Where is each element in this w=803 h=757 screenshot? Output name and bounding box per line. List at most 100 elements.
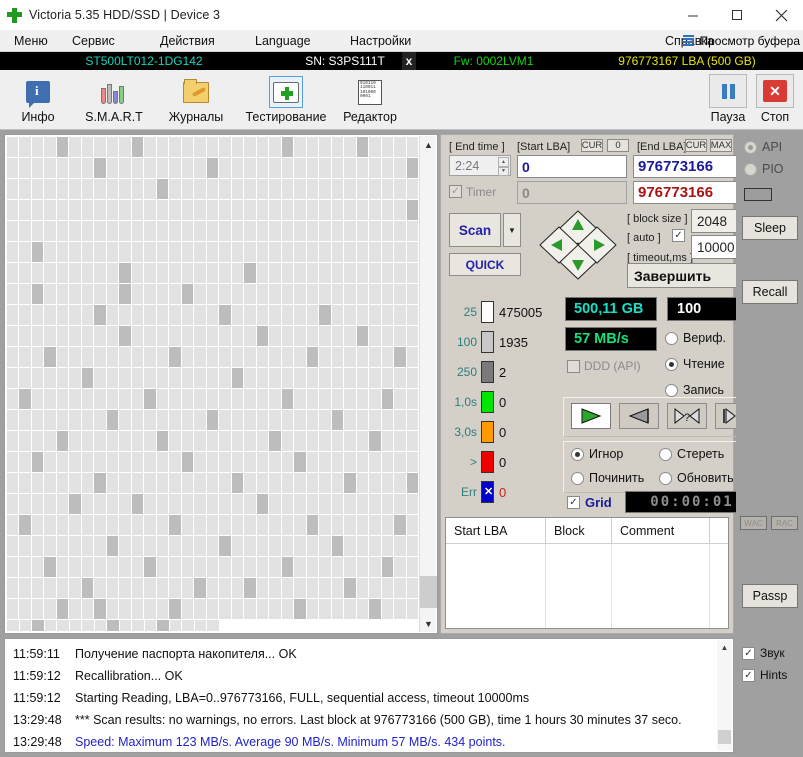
action-repair-radio-dot[interactable]: [571, 471, 584, 485]
surface-map-cell[interactable]: [356, 263, 370, 284]
surface-map-cell[interactable]: [181, 473, 195, 494]
surface-map-cell[interactable]: [194, 473, 207, 494]
sleep-button[interactable]: Sleep: [742, 216, 798, 240]
surface-map-cell[interactable]: [194, 305, 207, 326]
surface-map-cell[interactable]: [356, 410, 370, 431]
surface-map-cell[interactable]: [406, 242, 419, 263]
surface-map-cell[interactable]: [169, 347, 182, 368]
surface-map-cell[interactable]: [244, 536, 257, 557]
surface-map-cell[interactable]: [294, 557, 307, 578]
surface-map-cell[interactable]: [306, 137, 320, 158]
surface-map-cell[interactable]: [294, 536, 307, 557]
surface-map-cell[interactable]: [19, 452, 32, 473]
surface-map-cell[interactable]: [94, 221, 107, 242]
surface-map-cell[interactable]: [269, 242, 282, 263]
surface-map-cell[interactable]: [206, 347, 220, 368]
surface-map-cell[interactable]: [381, 473, 395, 494]
surface-map-cell[interactable]: [56, 242, 70, 263]
surface-map-cell[interactable]: [69, 557, 82, 578]
surface-map-cell[interactable]: [369, 263, 382, 284]
surface-map-cell[interactable]: [119, 473, 132, 494]
surface-map-cell[interactable]: [182, 620, 195, 631]
surface-map-cell[interactable]: [219, 452, 232, 473]
surface-map-grid[interactable]: [7, 137, 419, 631]
surface-map-cell[interactable]: [219, 368, 232, 389]
surface-map-cell[interactable]: [394, 431, 407, 452]
surface-map-cell[interactable]: [381, 431, 395, 452]
surface-map-cell[interactable]: [44, 347, 57, 368]
surface-map-cell[interactable]: [69, 347, 82, 368]
surface-map-cell[interactable]: [206, 179, 220, 200]
quick-button[interactable]: QUICK: [449, 253, 521, 276]
surface-map-cell[interactable]: [169, 431, 182, 452]
surface-map-cell[interactable]: [394, 179, 407, 200]
surface-map-cell[interactable]: [69, 473, 82, 494]
surface-map-cell[interactable]: [44, 578, 57, 599]
device-close-x-button[interactable]: x: [402, 52, 416, 70]
surface-map-cell[interactable]: [56, 578, 70, 599]
surface-map-cell[interactable]: [194, 242, 207, 263]
surface-map-cell[interactable]: [306, 263, 320, 284]
surface-map-cell[interactable]: [294, 389, 307, 410]
surface-map-cell[interactable]: [319, 536, 332, 557]
surface-map-cell[interactable]: [56, 200, 70, 221]
surface-map-cell[interactable]: [269, 284, 282, 305]
surface-map-cell[interactable]: [131, 557, 145, 578]
surface-map-cell[interactable]: [194, 452, 207, 473]
surface-map-cell[interactable]: [369, 515, 382, 536]
surface-map-cell[interactable]: [406, 473, 419, 494]
surface-map-cell[interactable]: [194, 431, 207, 452]
surface-map-cell[interactable]: [281, 473, 295, 494]
mode-verify-radio-dot[interactable]: [665, 331, 678, 345]
surface-map-cell[interactable]: [406, 347, 419, 368]
hints-checkbox[interactable]: Hints: [742, 668, 802, 682]
scroll-thumb[interactable]: [420, 576, 437, 608]
surface-map-cell[interactable]: [131, 536, 145, 557]
surface-map-cell[interactable]: [131, 137, 145, 158]
surface-map-cell[interactable]: [7, 431, 20, 452]
surface-map-cell[interactable]: [119, 389, 132, 410]
surface-map-cell[interactable]: [231, 368, 245, 389]
surface-map-cell[interactable]: [119, 431, 132, 452]
surface-map-cell[interactable]: [281, 158, 295, 179]
surface-map-cell[interactable]: [331, 389, 345, 410]
surface-map-cell[interactable]: [394, 578, 407, 599]
surface-map-cell[interactable]: [206, 284, 220, 305]
surface-map-cell[interactable]: [19, 326, 32, 347]
surface-map-cell[interactable]: [194, 158, 207, 179]
surface-map-cell[interactable]: [181, 557, 195, 578]
surface-map-cell[interactable]: [269, 599, 282, 620]
surface-map-cell[interactable]: [94, 578, 107, 599]
surface-map-cell[interactable]: [206, 200, 220, 221]
surface-map-cell[interactable]: [181, 305, 195, 326]
surface-map-cell[interactable]: [406, 158, 419, 179]
surface-map-cell[interactable]: [131, 305, 145, 326]
surface-map-cell[interactable]: [94, 515, 107, 536]
surface-map-cell[interactable]: [319, 389, 332, 410]
surface-map-scrollbar[interactable]: ▲ ▼: [419, 136, 437, 632]
surface-map-cell[interactable]: [119, 599, 132, 620]
action-refresh-radio[interactable]: Обновить: [659, 471, 734, 485]
surface-map-cell[interactable]: [294, 242, 307, 263]
surface-map-cell[interactable]: [106, 515, 120, 536]
surface-map-cell[interactable]: [169, 515, 182, 536]
surface-map-cell[interactable]: [7, 557, 20, 578]
surface-map-cell[interactable]: [344, 389, 357, 410]
surface-map-cell[interactable]: [181, 494, 195, 515]
buffer-view-button[interactable]: Просмотр буфера: [683, 30, 800, 52]
surface-map-cell[interactable]: [394, 305, 407, 326]
surface-map-cell[interactable]: [381, 158, 395, 179]
surface-map-cell[interactable]: [81, 578, 95, 599]
surface-map-cell[interactable]: [319, 599, 332, 620]
surface-map-cell[interactable]: [344, 305, 357, 326]
surface-map-cell[interactable]: [131, 284, 145, 305]
surface-map-cell[interactable]: [331, 494, 345, 515]
surface-map-cell[interactable]: [94, 284, 107, 305]
surface-map-cell[interactable]: [356, 431, 370, 452]
surface-map-cell[interactable]: [244, 242, 257, 263]
surface-map-cell[interactable]: [144, 368, 157, 389]
surface-map-cell[interactable]: [181, 389, 195, 410]
surface-map-cell[interactable]: [219, 263, 232, 284]
surface-map-cell[interactable]: [144, 242, 157, 263]
surface-map-cell[interactable]: [31, 368, 45, 389]
